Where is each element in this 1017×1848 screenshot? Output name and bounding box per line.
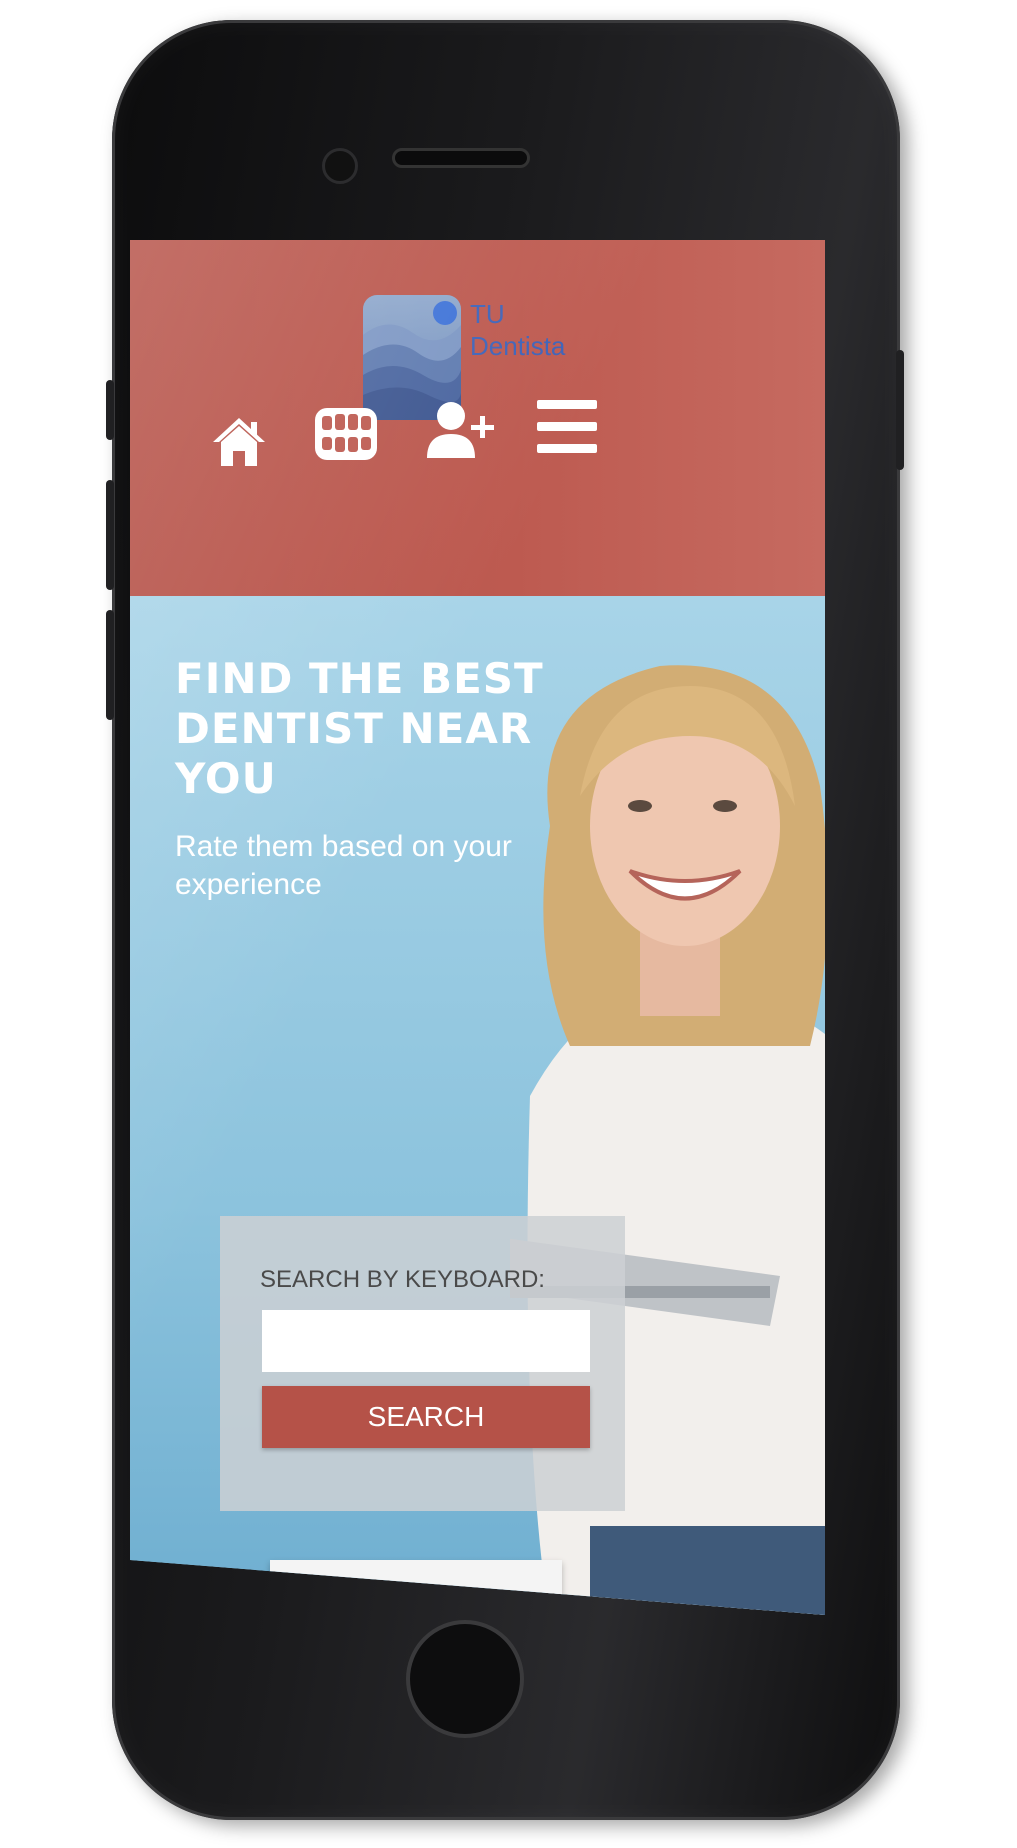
search-button[interactable]: SEARCH (262, 1386, 590, 1448)
power-button (896, 350, 904, 470)
volume-up-button (106, 480, 114, 590)
teeth-icon[interactable] (313, 404, 379, 464)
volume-down-button (106, 610, 114, 720)
earpiece-speaker (392, 148, 530, 168)
site-header: TU Dentista (130, 240, 825, 596)
search-input[interactable] (262, 1310, 590, 1372)
hero-section: FIND THE BEST DENTIST NEAR YOU Rate them… (130, 596, 825, 1615)
phone-screen: TU Dentista FIND THE BEST DENTIST NEAR Y… (130, 240, 825, 1615)
hero-subline: Rate them based on your experience (175, 830, 512, 901)
search-label: SEARCH BY KEYBOARD: (260, 1266, 545, 1293)
menu-icon[interactable] (535, 396, 599, 458)
front-camera (322, 148, 358, 184)
add-user-icon[interactable] (425, 400, 495, 460)
home-button[interactable] (406, 1620, 524, 1738)
brand-line-1: TU (470, 299, 505, 329)
home-icon[interactable] (210, 415, 268, 469)
hero-headline: FIND THE BEST DENTIST NEAR YOU (175, 654, 544, 803)
brand-line-2: Dentista (470, 331, 566, 361)
search-card: SEARCH BY KEYBOARD: SEARCH (220, 1216, 625, 1511)
mute-switch (106, 380, 114, 440)
brand-name[interactable]: TU Dentista (470, 298, 565, 362)
